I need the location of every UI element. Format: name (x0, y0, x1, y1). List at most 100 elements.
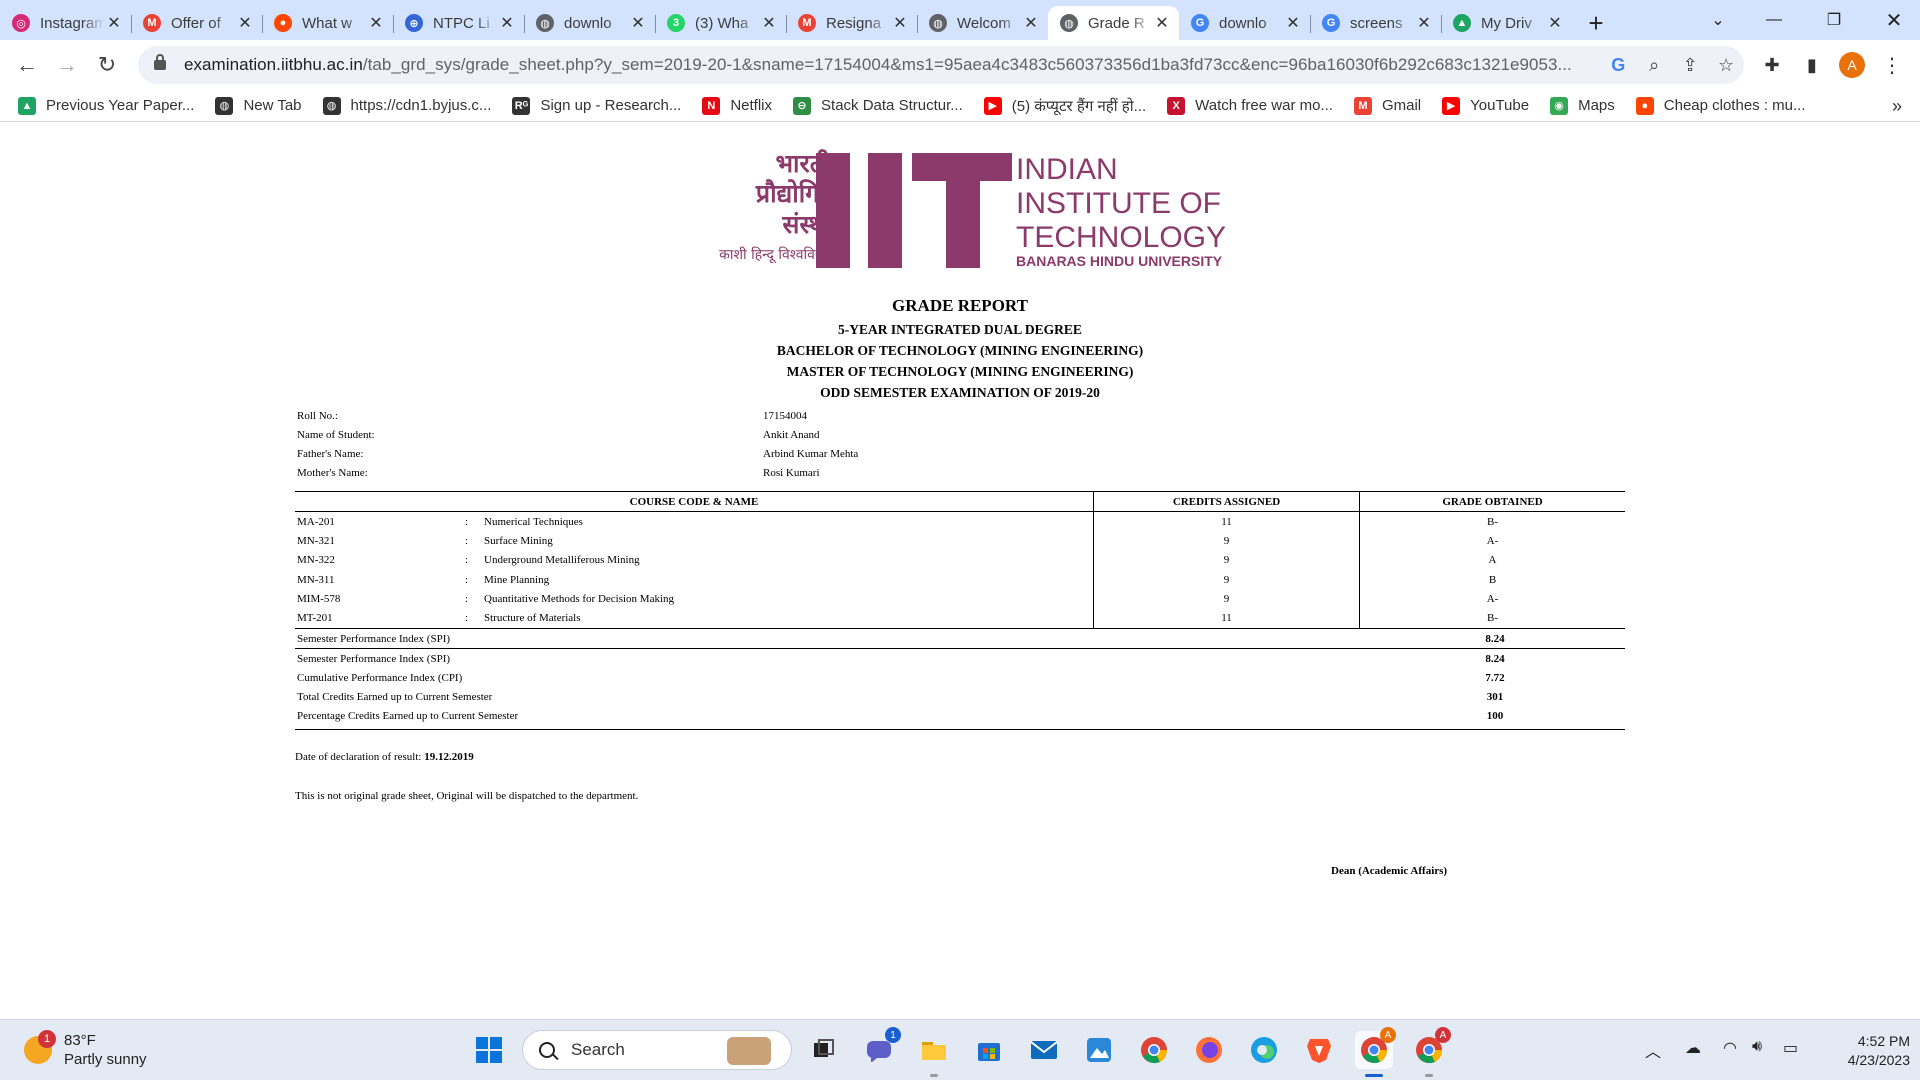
chrome-icon (1141, 1037, 1168, 1064)
chrome-button[interactable] (1135, 1031, 1173, 1069)
tray-overflow-chevron-icon[interactable]: ︿ (1645, 1038, 1661, 1062)
avatar: A (1839, 52, 1865, 78)
taskbar-search[interactable]: Search (522, 1030, 792, 1070)
browser-tab[interactable]: ▲ My Driv ✕ (1441, 6, 1572, 40)
course-grade: B- (1487, 516, 1498, 528)
close-icon[interactable]: ✕ (1153, 14, 1171, 32)
close-icon[interactable]: ✕ (1284, 14, 1302, 32)
close-icon[interactable]: ✕ (1415, 14, 1433, 32)
maximize-button[interactable]: ❐ (1806, 0, 1862, 40)
teams-chat-button[interactable]: 1 (860, 1027, 901, 1069)
browser-tab[interactable]: ● What w ✕ (262, 6, 393, 40)
bookmark-item[interactable]: ● Cheap clothes : mu... (1635, 96, 1806, 115)
onedrive-cloud-icon[interactable]: ☁ (1685, 1038, 1701, 1058)
task-view-button[interactable] (804, 1031, 842, 1069)
chat-badge: 1 (885, 1027, 901, 1043)
close-icon[interactable]: ✕ (105, 14, 123, 32)
lock-icon[interactable] (154, 54, 166, 70)
browser-tab[interactable]: ◍ Grade R ✕ (1048, 6, 1179, 40)
youtube-icon: ▶ (983, 96, 1002, 115)
bookmarks-overflow-chevron-icon[interactable]: » (1892, 90, 1902, 122)
gmail-icon: M (798, 14, 816, 32)
close-icon[interactable]: ✕ (891, 14, 909, 32)
logo-english-subtitle: BANARAS HINDU UNIVERSITY (1016, 253, 1223, 269)
profile-avatar[interactable]: A (1832, 45, 1872, 85)
bookmark-item[interactable]: N Netflix (702, 96, 772, 115)
roll-no-value: 17154004 (763, 410, 807, 422)
share-icon[interactable]: ⇪ (1672, 47, 1708, 83)
weather-widget[interactable]: 1 83°F Partly sunny (24, 1030, 194, 1070)
browser-tab[interactable]: ◍ Welcom ✕ (917, 6, 1048, 40)
mail-button[interactable] (1025, 1031, 1063, 1069)
browser-tab[interactable]: ⊕ NTPC Li ✕ (393, 6, 524, 40)
bookmark-star-icon[interactable]: ☆ (1708, 47, 1744, 83)
browser-tab[interactable]: Gdownlo ✕ (1179, 6, 1310, 40)
bookmark-item[interactable]: ◍ New Tab (215, 96, 302, 115)
system-clock[interactable]: 4:52 PM 4/23/2023 (1810, 1032, 1910, 1070)
close-icon[interactable]: ✕ (236, 14, 254, 32)
close-window-button[interactable]: ✕ (1866, 0, 1920, 40)
extensions-icon[interactable]: ✚ (1752, 45, 1792, 85)
bookmark-item[interactable]: X Watch free war mo... (1167, 96, 1333, 115)
browser-tab[interactable]: ◍ downlo ✕ (524, 6, 655, 40)
close-icon[interactable]: ✕ (629, 14, 647, 32)
chrome-profile-button[interactable]: A (1410, 1027, 1451, 1077)
browser-tab[interactable]: ◎ Instagram ✕ (0, 6, 131, 40)
close-icon[interactable]: ✕ (367, 14, 385, 32)
close-icon[interactable]: ✕ (760, 14, 778, 32)
start-button[interactable] (470, 1031, 508, 1069)
maps-icon: ◉ (1550, 96, 1569, 115)
bookmark-item[interactable]: M Gmail (1353, 96, 1421, 115)
reload-button[interactable]: ↻ (87, 45, 127, 85)
bookmark-item[interactable]: ⊖ Stack Data Structur... (793, 96, 963, 115)
brave-button[interactable] (1300, 1031, 1338, 1069)
address-bar[interactable]: examination.iitbhu.ac.in/tab_grd_sys/gra… (138, 46, 1744, 84)
store-button[interactable] (970, 1031, 1008, 1069)
bookmark-item[interactable]: ▶ (5) कंप्यूटर हैंग नहीं हो... (983, 96, 1146, 116)
summary-label: Percentage Credits Earned up to Current … (297, 710, 519, 722)
summary-value: 301 (1486, 691, 1504, 703)
new-tab-button[interactable]: + (1578, 6, 1614, 40)
close-icon[interactable]: ✕ (1546, 14, 1564, 32)
wifi-icon[interactable]: ◠ (1723, 1038, 1737, 1058)
google-lens-icon[interactable]: G (1600, 47, 1636, 83)
course-separator: : (465, 592, 469, 605)
minimize-button[interactable]: — (1746, 0, 1802, 40)
bookmark-item[interactable]: ◉ Maps (1550, 96, 1615, 115)
firefox-button[interactable] (1190, 1031, 1228, 1069)
bookmark-item[interactable]: ▶ YouTube (1442, 96, 1529, 115)
course-code: MT-201 (297, 612, 333, 624)
tab-title: downlo (1219, 14, 1267, 32)
browser-tab[interactable]: M Offer of ✕ (131, 6, 262, 40)
bookmark-item[interactable]: ▲ Previous Year Paper... (18, 96, 194, 115)
edge-button[interactable] (1245, 1031, 1283, 1069)
battery-icon[interactable]: ▭ (1783, 1038, 1798, 1058)
windows-taskbar: 1 83°F Partly sunny Search 1 A A ︿ ☁ ◠ 🔊… (0, 1019, 1920, 1080)
back-button[interactable]: ← (7, 45, 47, 85)
clock-time: 4:52 PM (1857, 1033, 1910, 1049)
photos-button[interactable] (1080, 1031, 1118, 1069)
mother-name-value: Rosi Kumari (763, 467, 820, 479)
chrome-menu-icon[interactable]: ⋮ (1872, 45, 1912, 85)
volume-icon[interactable]: 🔊︎ (1752, 1038, 1762, 1056)
chrome-profile-button-active[interactable]: A (1355, 1027, 1396, 1077)
browser-tab[interactable]: M Resigna ✕ (786, 6, 917, 40)
divider (295, 648, 1625, 649)
bookmark-item[interactable]: ◍ https://cdn1.byjus.c... (322, 96, 491, 115)
browser-tab[interactable]: Gscreens ✕ (1310, 6, 1441, 40)
file-explorer-button[interactable] (915, 1031, 953, 1077)
whatsapp-icon: 3 (667, 14, 685, 32)
url-text[interactable]: examination.iitbhu.ac.in/tab_grd_sys/gra… (184, 55, 1600, 75)
google-icon: G (1191, 14, 1209, 32)
browser-tab[interactable]: 3 (3) Wha ✕ (655, 6, 786, 40)
logo-letter-t-stem (946, 153, 980, 268)
close-icon[interactable]: ✕ (498, 14, 516, 32)
tab-search-chevron-icon[interactable]: ⌄ (1690, 0, 1746, 40)
bookmark-item[interactable]: Rᴳ Sign up - Research... (512, 96, 681, 115)
side-panel-icon[interactable]: ▮ (1792, 45, 1832, 85)
forward-button[interactable]: → (47, 45, 87, 85)
declaration-line: Date of declaration of result: 19.12.201… (295, 751, 474, 763)
zoom-icon[interactable]: ⌕ (1636, 47, 1672, 83)
close-icon[interactable]: ✕ (1022, 14, 1040, 32)
summary-value: 7.72 (1485, 672, 1505, 684)
